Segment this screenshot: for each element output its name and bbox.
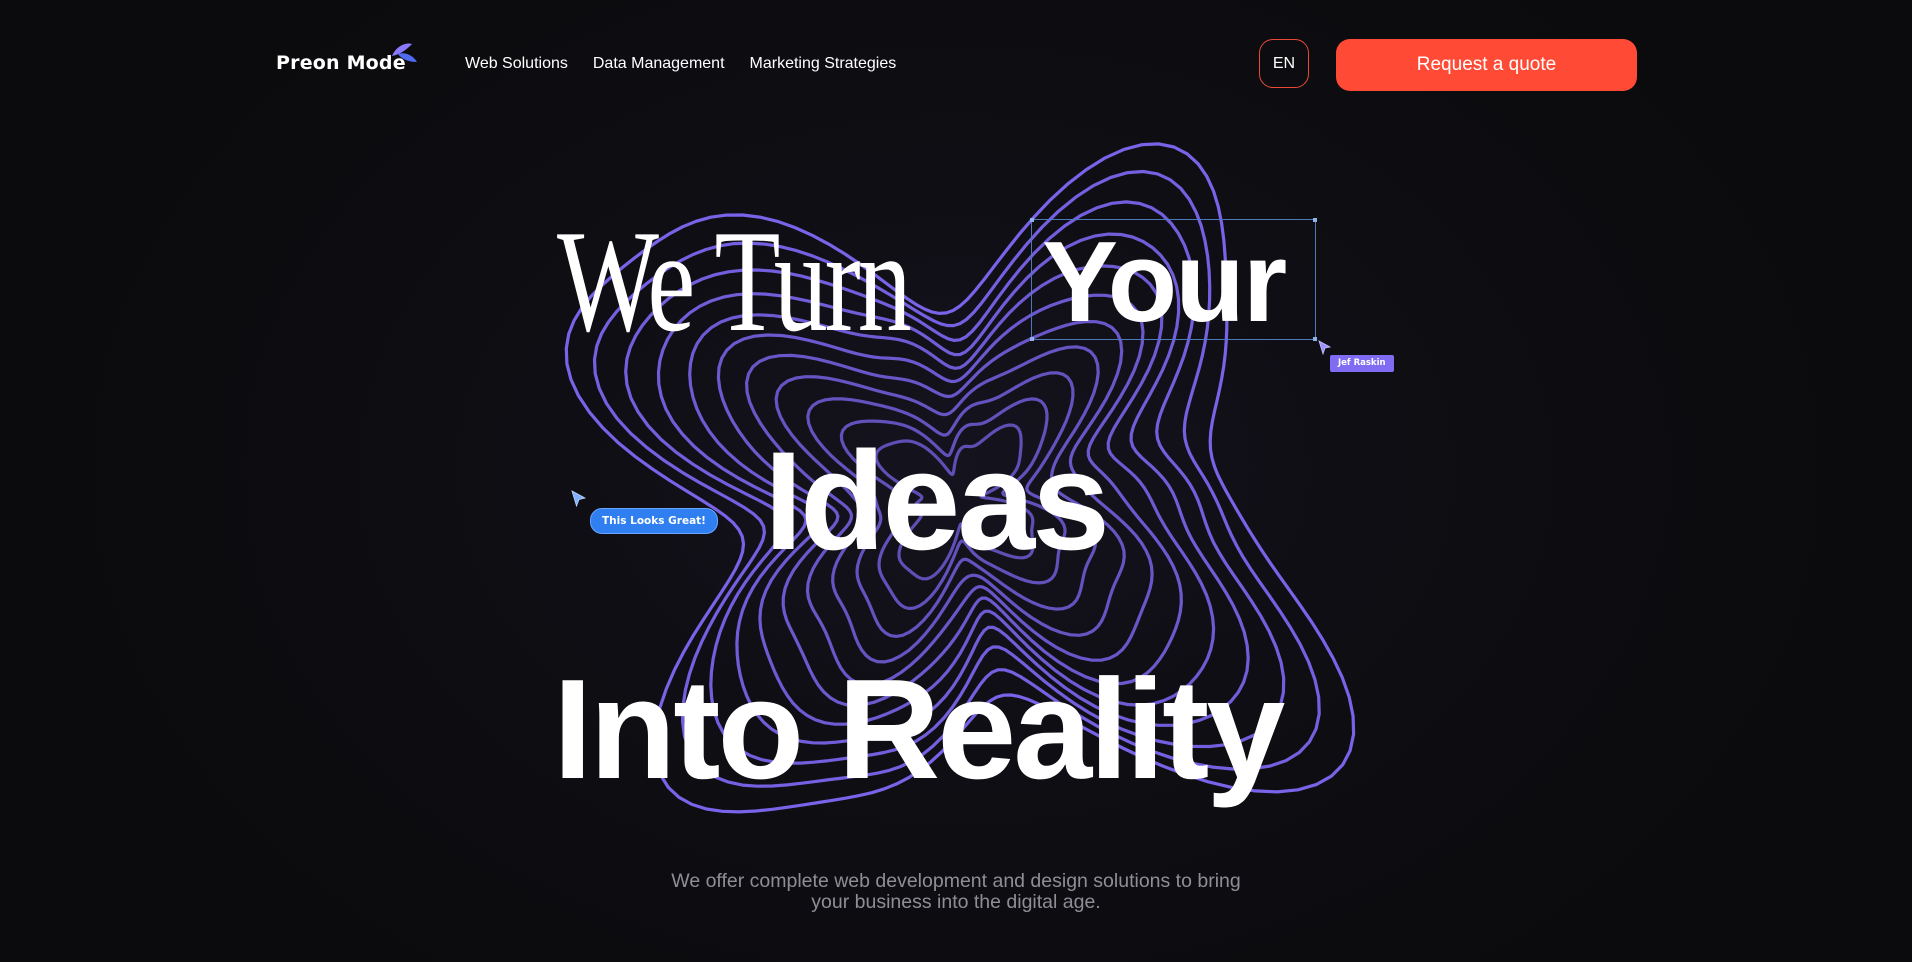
logo[interactable]: Preon Mode	[276, 52, 406, 74]
nav-data-management[interactable]: Data Management	[593, 55, 725, 73]
language-button[interactable]: EN	[1259, 39, 1309, 88]
nav-web-solutions[interactable]: Web Solutions	[465, 55, 568, 73]
nav-marketing-strategies[interactable]: Marketing Strategies	[750, 55, 897, 73]
page: Preon Mode Web Solutions Data Management…	[0, 0, 1912, 962]
headline-your: Your	[1042, 219, 1287, 346]
leaf-logo-icon	[392, 43, 417, 62]
collaborator-tag-jef: Jef Raskin	[1330, 355, 1394, 372]
headline-ideas: Ideas	[764, 422, 1110, 579]
headline-into-reality: Into Reality	[553, 650, 1285, 809]
headline-we-turn: We Turn	[557, 200, 912, 362]
cursor-arrow-icon	[571, 490, 587, 508]
cursor-arrow-icon	[1318, 340, 1332, 356]
main-nav: Web Solutions Data Management Marketing …	[465, 55, 921, 73]
comment-tag-this-looks-great: This Looks Great!	[590, 508, 718, 534]
hero-subtitle: We offer complete web development and de…	[671, 870, 1241, 913]
request-quote-button[interactable]: Request a quote	[1336, 39, 1637, 91]
